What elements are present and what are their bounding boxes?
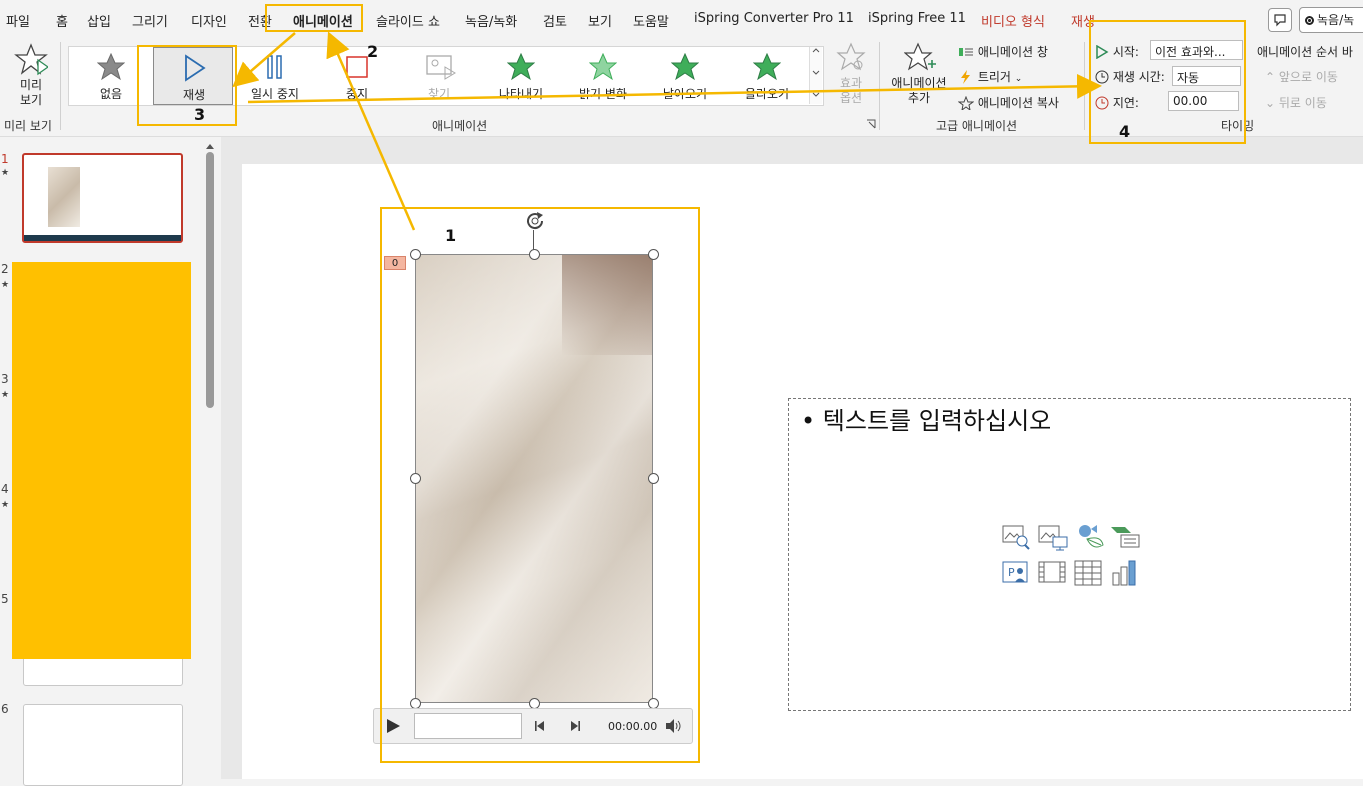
animation-pane-button[interactable]: 애니메이션 창: [958, 43, 1048, 60]
slide-number: 4: [1, 482, 9, 496]
effect-options-button[interactable]: 효과 옵션: [832, 42, 870, 110]
gallery-item-appear[interactable]: 나타내기: [481, 47, 561, 105]
thumbnail-scrollbar[interactable]: [205, 140, 215, 779]
record-label: 녹음/녹: [1317, 13, 1355, 27]
slide-number: 5: [1, 592, 9, 606]
slide-number: 6: [1, 702, 9, 716]
highlight-play-button: [137, 45, 237, 126]
slide-thumbnail-1[interactable]: [22, 153, 183, 243]
insert-3d-model-icon[interactable]: [1109, 523, 1141, 551]
add-animation-button[interactable]: 애니메이션 추가: [886, 40, 952, 110]
separator: [879, 42, 880, 130]
gallery-item-pause[interactable]: 일시 중지: [235, 47, 315, 105]
animation-painter-button[interactable]: 애니메이션 복사: [957, 94, 1059, 112]
comment-icon: [1274, 14, 1286, 27]
tab-record[interactable]: 녹음/녹화: [465, 11, 517, 30]
gallery-item-seek[interactable]: 찾기: [399, 47, 479, 105]
highlight-video-object: [380, 207, 700, 763]
star-green-icon: [671, 53, 699, 81]
chevron-down-icon: [812, 48, 820, 97]
insert-icons-icon[interactable]: [1073, 521, 1105, 553]
insert-video-icon[interactable]: [1037, 559, 1067, 587]
tab-slideshow[interactable]: 슬라이드 쇼: [376, 11, 440, 30]
redaction-block: [12, 262, 191, 659]
tab-help[interactable]: 도움말: [633, 11, 669, 30]
animation-star-marker: ★: [1, 500, 10, 510]
tab-view[interactable]: 보기: [588, 11, 612, 30]
animation-group-label: 애니메이션: [432, 119, 488, 133]
move-earlier-button[interactable]: ⌃ 앞으로 이동: [1265, 68, 1338, 85]
animation-star-marker: ★: [1, 280, 10, 290]
thumbnail-video-bar: [24, 235, 181, 241]
effect-options-icon: [836, 42, 866, 71]
gallery-item-stop[interactable]: 중지: [317, 47, 397, 105]
add-animation-label: 애니메이션 추가: [891, 76, 947, 105]
animation-star-marker: ★: [1, 390, 10, 400]
gallery-item-fly-in[interactable]: 날아오기: [645, 47, 725, 105]
separator: [60, 42, 61, 130]
tab-home[interactable]: 홈: [56, 11, 68, 30]
tab-review[interactable]: 검토: [543, 11, 567, 30]
tab-insert[interactable]: 삽입: [87, 11, 111, 30]
highlight-timing-group: [1089, 20, 1246, 144]
placeholder-text: 텍스트를 입력하십시오: [822, 407, 1052, 435]
preview-group-label: 미리 보기: [4, 119, 52, 133]
tab-ispring-free[interactable]: iSpring Free 11: [868, 11, 966, 26]
advanced-group-label: 고급 애니메이션: [936, 119, 1018, 133]
record-icon: [1305, 16, 1314, 25]
reorder-label: 애니메이션 순서 바: [1257, 45, 1353, 59]
seek-icon: [426, 55, 456, 80]
effect-options-label: 효과 옵션: [839, 76, 863, 105]
slide-number: 3: [1, 372, 9, 386]
insert-table-icon[interactable]: [1073, 559, 1103, 587]
tab-file[interactable]: 파일: [6, 11, 30, 30]
insert-cameo-icon[interactable]: P: [1001, 559, 1031, 587]
preview-label: 미리 보기: [19, 78, 43, 107]
add-animation-star-icon: [904, 42, 936, 71]
pause-icon: [267, 55, 282, 79]
comments-button[interactable]: [1268, 8, 1292, 32]
trigger-button[interactable]: 트리거 ⌄: [958, 68, 1022, 85]
thumbnail-image: [48, 167, 80, 227]
slide-thumbnail-6[interactable]: [23, 704, 183, 786]
tab-draw[interactable]: 그리기: [132, 11, 168, 30]
svg-text:P: P: [1008, 566, 1015, 579]
preview-star-icon: [14, 43, 48, 76]
insert-chart-icon[interactable]: [1109, 559, 1139, 587]
callout-number: 1: [445, 226, 457, 245]
tab-ispring-converter[interactable]: iSpring Converter Pro 11: [694, 11, 854, 26]
record-button[interactable]: 녹음/녹: [1299, 7, 1363, 33]
callout-number: 4: [1119, 122, 1131, 141]
star-gray-icon: [97, 53, 125, 81]
slide-number: 2: [1, 262, 9, 276]
callout-number: 2: [367, 42, 379, 61]
tab-design[interactable]: 디자인: [191, 11, 227, 30]
dialog-launcher-icon[interactable]: [866, 119, 876, 129]
callout-number: 3: [194, 105, 206, 124]
tab-video-format[interactable]: 비디오 형식: [981, 11, 1045, 30]
insert-picture-search-icon[interactable]: [1001, 523, 1031, 551]
chevron-up-icon: ⌃: [1265, 70, 1276, 84]
gallery-item-fade[interactable]: 밝기 변화: [563, 47, 643, 105]
move-later-button[interactable]: ⌄ 뒤로 이동: [1265, 94, 1327, 111]
scroll-up-icon: [206, 144, 214, 149]
chevron-down-icon: ⌄: [1265, 96, 1276, 110]
placeholder-bullet: • 텍스트를 입력하십시오: [801, 407, 1052, 435]
lightning-icon: [961, 70, 970, 84]
animation-star-marker: ★: [1, 168, 10, 178]
gallery-item-float-in[interactable]: 올라오기: [727, 47, 807, 105]
star-green-icon: [507, 53, 535, 81]
gallery-scrollbar[interactable]: [809, 47, 822, 104]
star-green-light-icon: [589, 53, 617, 81]
star-green-icon: [753, 53, 781, 81]
animation-pane-icon: [959, 48, 973, 56]
preview-button[interactable]: 미리 보기: [6, 40, 56, 110]
insert-stock-image-icon[interactable]: [1037, 523, 1069, 551]
slide-number: 1: [1, 152, 9, 166]
separator: [1084, 42, 1085, 130]
scrollbar-thumb[interactable]: [206, 152, 214, 408]
highlight-animation-tab: [265, 4, 363, 32]
content-placeholder[interactable]: • 텍스트를 입력하십시오 P: [788, 398, 1351, 711]
animation-painter-icon: [957, 95, 975, 112]
